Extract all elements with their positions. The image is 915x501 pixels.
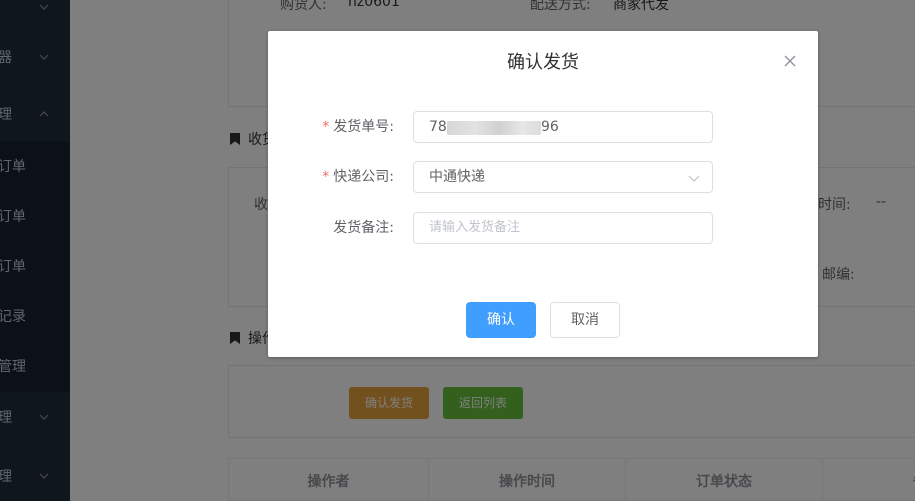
- redacted-block: [447, 121, 541, 135]
- tracking-number-input[interactable]: 78 96: [413, 111, 713, 143]
- form-row-tracking: * 发货单号: 78 96: [268, 111, 818, 143]
- note-input[interactable]: 请输入发货备注: [413, 212, 713, 244]
- courier-select-value: 中通快递: [429, 169, 485, 185]
- required-mark: *: [322, 169, 330, 185]
- cancel-button[interactable]: 取消: [550, 302, 620, 338]
- close-icon[interactable]: [782, 53, 798, 69]
- tracking-number-suffix: 96: [541, 119, 559, 135]
- dialog-title: 确认发货: [507, 52, 579, 73]
- form-row-note: 发货备注: 请输入发货备注: [268, 212, 818, 244]
- tracking-number-label: * 发货单号:: [322, 119, 394, 135]
- tracking-number-prefix: 78: [429, 119, 447, 135]
- required-mark: *: [322, 119, 330, 135]
- courier-select[interactable]: 中通快递: [413, 161, 713, 193]
- courier-label: * 快递公司:: [322, 169, 394, 185]
- confirm-shipment-dialog: 确认发货 * 发货单号: 78 96 * 快递公司: 中通快递 发货备注: 请输入发货…: [268, 31, 818, 357]
- chevron-down-icon: [688, 175, 700, 182]
- note-label: 发货备注:: [333, 220, 394, 236]
- confirm-button[interactable]: 确认: [466, 302, 536, 338]
- form-row-courier: * 快递公司: 中通快递: [268, 161, 818, 193]
